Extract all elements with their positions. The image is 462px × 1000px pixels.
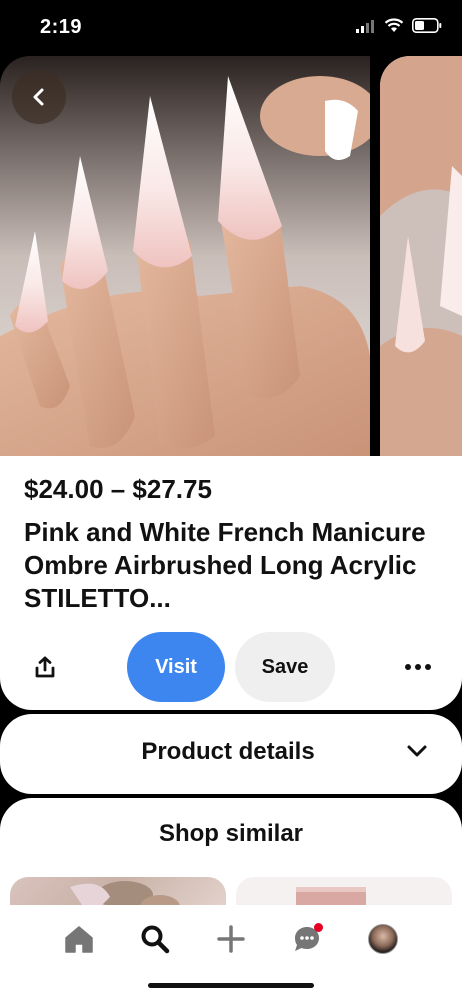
- home-icon: [65, 926, 93, 953]
- shop-similar-label: Shop similar: [158, 820, 304, 847]
- pin-card: $24.00 – $27.75 Pink and White French Ma…: [0, 56, 462, 710]
- nav-home[interactable]: [59, 919, 99, 959]
- save-button[interactable]: Save: [235, 632, 335, 702]
- nav-messages[interactable]: [287, 919, 327, 959]
- battery-icon: [412, 18, 442, 33]
- nails-photo-next: [380, 56, 462, 456]
- status-icons: [356, 18, 442, 33]
- image-carousel[interactable]: [0, 56, 462, 456]
- notification-dot: [314, 923, 323, 932]
- plus-icon: [217, 925, 245, 953]
- share-icon: [35, 656, 55, 678]
- next-pin-image[interactable]: [380, 56, 462, 456]
- nav-profile[interactable]: [363, 919, 403, 959]
- home-indicator: [148, 983, 314, 988]
- chevron-down-icon: [407, 745, 427, 757]
- status-time: 2:19: [40, 16, 83, 38]
- product-details-label: Product details: [141, 738, 315, 765]
- nav-search[interactable]: [135, 919, 175, 959]
- avatar: [368, 924, 398, 954]
- more-options-button[interactable]: [398, 652, 438, 682]
- wifi-icon: [384, 18, 404, 32]
- cellular-signal-icon: [356, 19, 374, 33]
- pin-price: $24.00 – $27.75: [24, 474, 212, 504]
- visit-button[interactable]: Visit: [127, 632, 225, 702]
- chevron-left-icon: [33, 88, 44, 106]
- share-button[interactable]: [28, 650, 62, 684]
- pin-title: Pink and White French Manicure Ombre Air…: [24, 517, 426, 613]
- action-row: Visit Save: [0, 632, 462, 704]
- back-button[interactable]: [12, 70, 66, 124]
- nav-create[interactable]: [211, 919, 251, 959]
- search-icon: [141, 925, 170, 954]
- more-icon: [405, 664, 411, 670]
- status-bar: 2:19: [0, 0, 462, 56]
- product-details-section[interactable]: Product details: [0, 714, 462, 794]
